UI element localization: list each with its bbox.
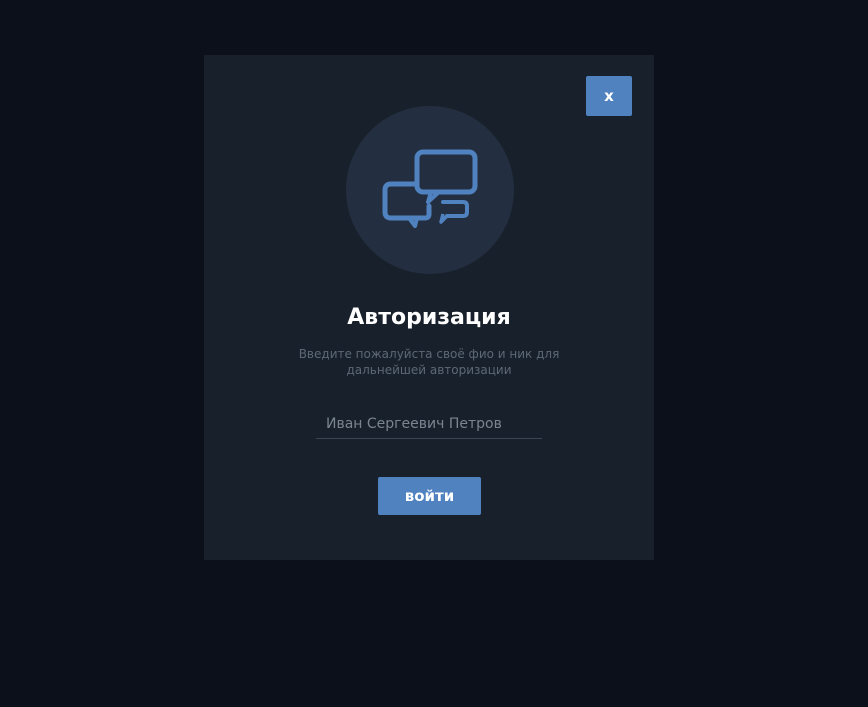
login-label: войти	[404, 487, 455, 505]
auth-modal: x Авторизация Введите пожалуйста своё фи…	[204, 55, 654, 560]
icon-circle	[346, 106, 514, 274]
close-button[interactable]: x	[586, 76, 632, 116]
page-background: x Авторизация Введите пожалуйста своё фи…	[0, 0, 868, 707]
modal-title: Авторизация	[347, 305, 511, 330]
modal-subtitle: Введите пожалуйста своё фио и ник для да…	[298, 347, 560, 377]
login-button[interactable]: войти	[378, 477, 481, 515]
close-label: x	[604, 87, 614, 105]
name-input[interactable]	[316, 409, 542, 439]
chat-bubbles-icon	[382, 149, 478, 228]
